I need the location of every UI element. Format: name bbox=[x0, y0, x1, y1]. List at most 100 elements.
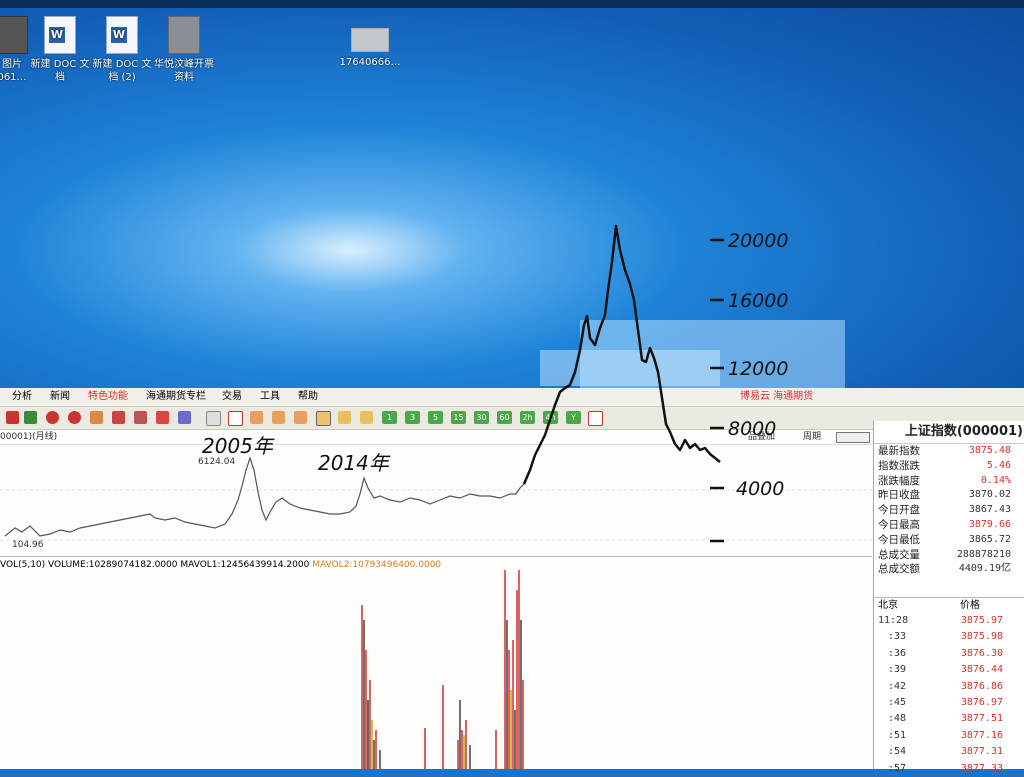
draw-pen-icon[interactable] bbox=[112, 411, 125, 424]
indicator-icon[interactable] bbox=[178, 411, 191, 424]
tick-row: :33 3875.98 bbox=[874, 629, 1024, 645]
quote-row: 最新指数 3875.48 bbox=[874, 444, 1024, 459]
menu-item-tools[interactable]: 工具 bbox=[260, 388, 280, 406]
quote-row: 今日开盘 3867.43 bbox=[874, 503, 1024, 518]
index-title: 上证指数(000001) bbox=[874, 421, 1024, 444]
period-button-3[interactable]: 3 bbox=[405, 411, 420, 424]
quote-label: 今日开盘 bbox=[878, 504, 920, 517]
refresh-icon[interactable] bbox=[24, 411, 37, 424]
menu-item-features[interactable]: 特色功能 bbox=[88, 388, 128, 406]
paint-icon[interactable] bbox=[134, 411, 147, 424]
desktop-icon-label: 华悦汶峰开票 资料 bbox=[154, 59, 214, 83]
calendar-icon[interactable] bbox=[588, 411, 603, 426]
tick-row: :36 3876.30 bbox=[874, 646, 1024, 662]
zoom-out-icon[interactable] bbox=[68, 411, 81, 424]
folder-icon bbox=[168, 16, 200, 54]
tick-header: 北京 价格 bbox=[874, 597, 1024, 613]
menu-item-haitong-column[interactable]: 海通期货专栏 bbox=[146, 388, 206, 406]
tick-time: :51 bbox=[888, 729, 907, 741]
period-quarter-icon[interactable] bbox=[338, 411, 351, 424]
tick-time: :54 bbox=[888, 746, 907, 758]
chart-panel: 00001)(月线) 品叠加 周期 VOL(5,10) VOLUME:10289… bbox=[0, 430, 872, 769]
period-button-4h[interactable]: 4h bbox=[543, 411, 558, 424]
quote-label: 昨日收盘 bbox=[878, 489, 920, 502]
quote-label: 最新指数 bbox=[878, 445, 920, 457]
quote-value: 3875.48 bbox=[968, 445, 1011, 456]
quote-row: 指数涨跌 5.46 bbox=[874, 459, 1024, 474]
quote-value: 5.46 bbox=[986, 459, 1011, 471]
quote-row: 今日最低 3865.72 bbox=[874, 533, 1024, 548]
tick-time: :42 bbox=[888, 680, 907, 692]
tick-row: 11:28 3875.97 bbox=[874, 613, 1024, 629]
tick-price: 3877.16 bbox=[960, 729, 1003, 741]
tick-price: 3877.31 bbox=[960, 746, 1003, 758]
quote-value: 4409.19亿 bbox=[958, 563, 1011, 575]
tick-time: :39 bbox=[888, 664, 907, 676]
period-week-icon[interactable] bbox=[294, 411, 307, 424]
period-year-icon[interactable] bbox=[360, 411, 373, 424]
quote-label: 今日最高 bbox=[878, 518, 920, 531]
tick-row: :39 3876.44 bbox=[874, 662, 1024, 678]
desktop-icon-label: 17640666… bbox=[339, 57, 401, 68]
period-button-5[interactable]: 5 bbox=[428, 411, 443, 424]
tick-price: 3876.86 bbox=[960, 680, 1003, 692]
menu-item-trade[interactable]: 交易 bbox=[222, 388, 242, 406]
tick-price: 3876.30 bbox=[960, 647, 1003, 659]
quote-rows: 最新指数 3875.48 指数涨跌 5.46 涨跌幅度 0.14% 昨日收盘 3870.02 今… bbox=[874, 444, 1024, 577]
menu-item-analysis[interactable]: 分析 bbox=[12, 388, 32, 406]
period-month-icon[interactable] bbox=[316, 411, 331, 426]
tick-header-time: 北京 bbox=[878, 600, 898, 611]
chart-title: 00001)(月线) bbox=[0, 432, 58, 442]
image-thumbnail-icon bbox=[351, 28, 389, 52]
menu-item-help[interactable]: 帮助 bbox=[298, 388, 318, 406]
quote-label: 涨跌幅度 bbox=[878, 474, 920, 487]
quote-value: 0.14% bbox=[980, 474, 1011, 486]
tick-row: :42 3876.86 bbox=[874, 679, 1024, 695]
tick-price: 3875.98 bbox=[960, 631, 1003, 643]
desktop-icon-folder[interactable]: 华悦汶峰开票 资料 bbox=[144, 16, 224, 84]
quote-row: 昨日收盘 3870.02 bbox=[874, 488, 1024, 503]
toolbar: 1 3 5 15 30 60 2h 4h Y bbox=[0, 407, 1024, 430]
tick-row: :45 3876.97 bbox=[874, 695, 1024, 711]
volume-values: VOL(5,10) VOLUME:10289074182.0000 MAVOL1… bbox=[0, 560, 310, 570]
menu-item-news[interactable]: 新闻 bbox=[50, 388, 70, 406]
tick-time: 11:28 bbox=[878, 615, 909, 626]
quote-row: 今日最高 3879.66 bbox=[874, 518, 1024, 533]
desktop-icon-image-thumbnail[interactable]: 17640666… bbox=[330, 16, 410, 69]
window-icon[interactable] bbox=[206, 411, 221, 426]
tick-time: :36 bbox=[888, 647, 907, 659]
quote-value: 3865.72 bbox=[968, 533, 1011, 545]
period-button[interactable]: 周期 bbox=[803, 430, 821, 444]
period-minute-icon[interactable] bbox=[250, 411, 263, 424]
cursor-icon[interactable] bbox=[90, 411, 103, 424]
window-controls-icon[interactable] bbox=[836, 432, 870, 443]
quote-label: 指数涨跌 bbox=[878, 459, 920, 472]
period-button-30[interactable]: 30 bbox=[474, 411, 489, 424]
tick-price: 3875.97 bbox=[960, 615, 1003, 626]
menu-bar: 分析 新闻 特色功能 海通期货专栏 交易 工具 帮助 博易云 海通期货 bbox=[0, 388, 1024, 407]
line-chart-icon[interactable] bbox=[228, 411, 243, 426]
quote-panel: 上证指数(000001) 最新指数 3875.48 指数涨跌 5.46 涨跌幅度 0.14… bbox=[873, 421, 1024, 774]
filter-icon[interactable] bbox=[156, 411, 169, 424]
overlay-button[interactable]: 品叠加 bbox=[748, 430, 775, 444]
zoom-in-icon[interactable] bbox=[46, 411, 59, 424]
tick-rows[interactable]: 11:28 3875.97:33 3875.98:36 3876.30:39 3876.… bbox=[874, 613, 1024, 777]
word-document-icon bbox=[44, 16, 76, 54]
tick-list: 北京 价格 11:28 3875.97:33 3875.98:36 3876.30:3… bbox=[874, 597, 1024, 777]
period-day-icon[interactable] bbox=[272, 411, 285, 424]
tick-time: :33 bbox=[888, 631, 907, 643]
period-button-Y[interactable]: Y bbox=[566, 411, 581, 424]
quote-row: 总成交额 4409.19亿 bbox=[874, 562, 1024, 577]
period-button-60[interactable]: 60 bbox=[497, 411, 512, 424]
quote-value: 288878210 bbox=[956, 548, 1011, 560]
quote-value: 3879.66 bbox=[968, 518, 1011, 530]
quote-label: 总成交额 bbox=[878, 563, 920, 576]
quote-row: 涨跌幅度 0.14% bbox=[874, 474, 1024, 489]
back-icon[interactable] bbox=[6, 411, 19, 424]
tick-time: :48 bbox=[888, 713, 907, 725]
chart-title-bar: 00001)(月线) 品叠加 周期 bbox=[0, 430, 872, 445]
period-button-1[interactable]: 1 bbox=[382, 411, 397, 424]
quote-value: 3867.43 bbox=[968, 504, 1011, 516]
period-button-2h[interactable]: 2h bbox=[520, 411, 535, 424]
period-button-15[interactable]: 15 bbox=[451, 411, 466, 424]
